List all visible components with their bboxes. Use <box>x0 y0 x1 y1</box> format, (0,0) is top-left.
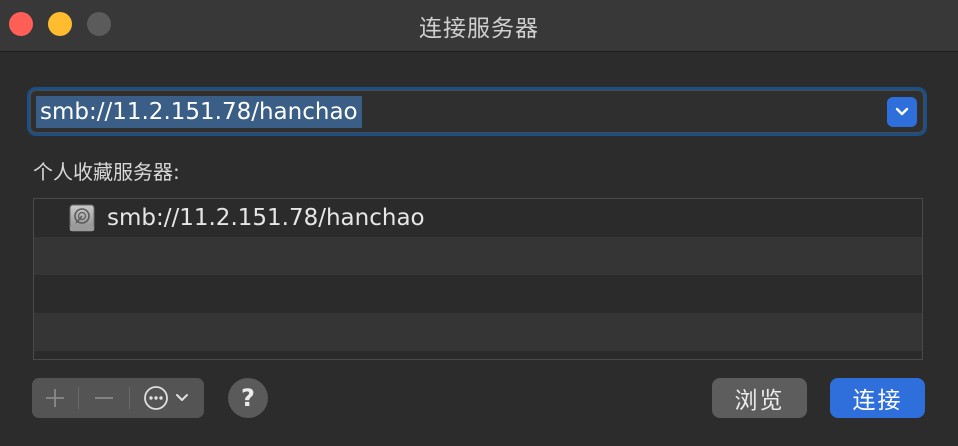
remove-favorite-button[interactable] <box>79 378 128 418</box>
list-empty-row <box>34 237 922 275</box>
network-drive-icon <box>69 204 95 232</box>
favorite-servers-list[interactable]: smb://11.2.151.78/hanchao <box>33 198 923 360</box>
list-empty-row <box>34 275 922 313</box>
server-address-combobox: smb://11.2.151.78/hanchao <box>27 87 927 136</box>
plus-icon <box>46 389 65 407</box>
server-address-input[interactable]: smb://11.2.151.78/hanchao <box>36 96 362 128</box>
chevron-down-icon <box>176 394 189 401</box>
add-favorite-button[interactable] <box>32 378 78 418</box>
recent-servers-dropdown-button[interactable] <box>887 97 917 127</box>
list-item[interactable]: smb://11.2.151.78/hanchao <box>34 199 922 237</box>
chevron-down-icon <box>895 107 909 116</box>
minus-icon <box>95 397 114 399</box>
connect-button[interactable]: 连接 <box>830 378 925 418</box>
server-address-field-container: smb://11.2.151.78/hanchao <box>30 90 924 133</box>
more-actions-menu-button[interactable] <box>130 378 204 418</box>
list-empty-row <box>34 313 922 351</box>
ellipsis-circle-icon <box>144 386 169 410</box>
connect-to-server-window: 连接服务器 smb://11.2.151.78/hanchao 个人收藏服务器: <box>0 0 958 446</box>
title-bar: 连接服务器 <box>0 0 958 52</box>
browse-button[interactable]: 浏览 <box>712 378 807 418</box>
list-actions-segmented-control <box>32 378 204 418</box>
window-title: 连接服务器 <box>419 16 539 42</box>
favorite-servers-label: 个人收藏服务器: <box>33 160 180 184</box>
help-button[interactable]: ? <box>228 378 268 418</box>
favorite-server-label: smb://11.2.151.78/hanchao <box>107 205 425 231</box>
